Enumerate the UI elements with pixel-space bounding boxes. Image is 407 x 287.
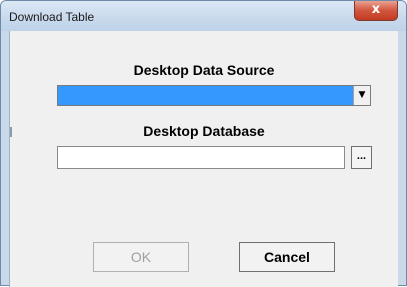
data-source-select[interactable]: ▼	[57, 85, 371, 106]
database-path-input[interactable]	[57, 146, 345, 169]
database-label: Desktop Database	[143, 123, 265, 139]
dialog-window: Download Table x Desktop Data Source ▼ D…	[0, 0, 407, 287]
title-bar[interactable]: Download Table x	[1, 1, 406, 31]
close-button[interactable]: x	[354, 1, 398, 21]
dropdown-arrow-icon[interactable]: ▼	[353, 86, 370, 105]
browse-button[interactable]: ...	[351, 146, 372, 169]
ok-button[interactable]: OK	[93, 242, 189, 272]
dialog-client-area: Desktop Data Source ▼ Desktop Database .…	[9, 31, 398, 287]
cancel-button[interactable]: Cancel	[239, 242, 335, 272]
window-title: Download Table	[9, 10, 95, 24]
close-icon: x	[371, 2, 381, 17]
data-source-label: Desktop Data Source	[133, 62, 275, 78]
